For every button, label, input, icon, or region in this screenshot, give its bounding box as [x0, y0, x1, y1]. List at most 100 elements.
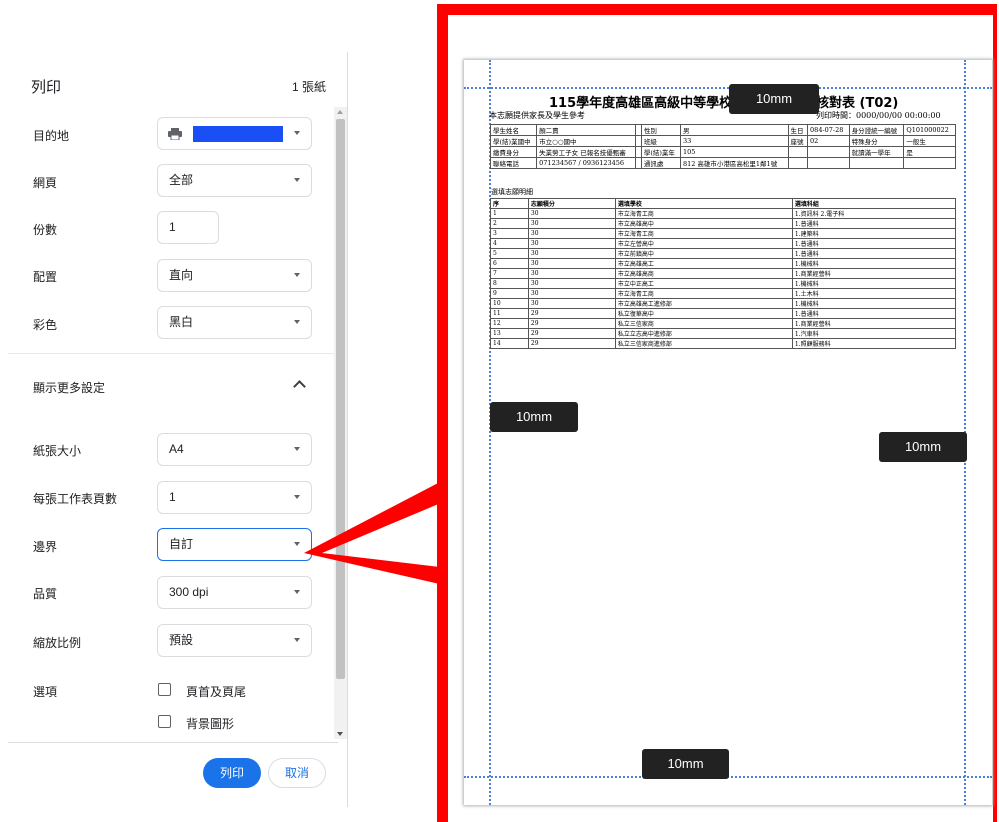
- wish-cell: 市立海青工商: [614, 228, 793, 239]
- wish-row: 3 30 市立海青工商 1.建築科: [490, 228, 957, 239]
- info-cell: 學生姓名: [489, 124, 538, 136]
- info-cell: 市立○○國中: [536, 135, 637, 147]
- wish-cell: 29: [527, 328, 616, 339]
- wish-cell: 30: [527, 288, 616, 299]
- wish-cell: 市立高雄高中: [614, 218, 793, 229]
- wish-cell: 市立海青工商: [614, 288, 793, 299]
- wish-cell: 30: [527, 298, 616, 309]
- info-cell: Q101000022: [903, 124, 956, 136]
- wish-cell: 9: [490, 288, 529, 299]
- wish-cell: 1.普通科: [791, 218, 957, 229]
- info-cell: 聯絡電話: [489, 157, 538, 169]
- info-cell: 812 高雄市小港區高松里1鄰1號: [679, 157, 789, 169]
- bottom-margin-tag: 10mm: [642, 749, 729, 779]
- wish-cell: 1.商業經營科: [791, 318, 957, 329]
- wish-cell: 私立三信家商進修部: [614, 338, 793, 349]
- info-cell: 學(結)業年: [640, 146, 681, 158]
- right-margin-tag: 10mm: [879, 432, 967, 462]
- wish-cell: 3: [490, 228, 529, 239]
- wish-cell: 30: [527, 238, 616, 249]
- wish-cell: 1.機械科: [791, 298, 957, 309]
- info-cell: 105: [679, 146, 789, 158]
- info-cell: 通訊處: [640, 157, 681, 169]
- wish-row: 8 30 市立中正高工 1.機械科: [490, 278, 957, 289]
- info-row: 學(結)業國中 市立○○國中 班級 33 座號 02 特殊身分 一般生: [489, 135, 956, 147]
- top-margin-tag: 10mm: [729, 84, 819, 114]
- wish-list-caption: 選填志願明細: [491, 188, 533, 196]
- wish-cell: 市立中正高工: [614, 278, 793, 289]
- info-row: 聯絡電話 071234567 / 0936123456 通訊處 812 高雄市小港區高…: [489, 157, 956, 169]
- info-cell: 性別: [640, 124, 681, 136]
- wish-cell: 1: [490, 208, 529, 219]
- wish-cell: 私立立志高中進修部: [614, 328, 793, 339]
- wish-cell: 1.資訊科 2.電子科: [791, 208, 957, 219]
- info-cell: 33: [679, 135, 789, 147]
- wish-cell: 30: [527, 228, 616, 239]
- wish-cell: 1.普通科: [791, 248, 957, 259]
- wish-cell: 市立左營高中: [614, 238, 793, 249]
- wish-cell: 市立前鎮高中: [614, 248, 793, 259]
- info-row: 繳費身分 失業勞工子女 已報名技優甄審 學(結)業年 105 就讀滿一學年是: [489, 146, 956, 158]
- wish-cell: 14: [490, 338, 529, 349]
- wish-cell: 市立海青工商: [614, 208, 793, 219]
- wish-header-cell: 序: [490, 198, 529, 209]
- info-cell: [848, 157, 905, 169]
- info-cell: 班級: [640, 135, 681, 147]
- info-cell: [787, 146, 809, 158]
- wish-cell: 30: [527, 208, 616, 219]
- wish-header-cell: 選填學校: [614, 198, 793, 209]
- wish-cell: 1.普通科: [791, 308, 957, 319]
- wish-cell: 30: [527, 258, 616, 269]
- wish-cell: 8: [490, 278, 529, 289]
- print-preview-page: 115學年度高雄區高級中等學校免 核對表 (T02) 本志願提供家長及學生參考 …: [464, 60, 992, 805]
- wish-cell: 29: [527, 318, 616, 329]
- wish-row: 1 30 市立海青工商 1.資訊科 2.電子科: [490, 208, 957, 219]
- info-cell: 是: [903, 146, 956, 158]
- info-cell: 就讀滿一學年: [848, 146, 905, 158]
- info-cell: [787, 157, 809, 169]
- wish-list-table: 序志願積分 選填學校 選填科組 1 30 市立海青工商 1.資訊科 2.電子科 2 30 市立高…: [490, 198, 957, 349]
- wish-cell: 1.機械科: [791, 278, 957, 289]
- wish-header-cell: 志願積分: [527, 198, 616, 209]
- wish-row: 4 30 市立左營高中 1.普通科: [490, 238, 957, 249]
- wish-row: 12 29 私立三信家商 1.商業經營科: [490, 318, 957, 329]
- wish-cell: 市立高雄高工進修部: [614, 298, 793, 309]
- info-cell: [807, 157, 850, 169]
- info-cell: 座號: [787, 135, 809, 147]
- wish-cell: 11: [490, 308, 529, 319]
- wish-cell: 1.商業經營科: [791, 268, 957, 279]
- wish-cell: 私立復華高中: [614, 308, 793, 319]
- info-cell: 顏二賣: [536, 124, 637, 136]
- left-margin-guide[interactable]: [489, 60, 491, 805]
- wish-cell: 10: [490, 298, 529, 309]
- wish-row: 14 29 私立三信家商進修部 1.照顧服務科: [490, 338, 957, 349]
- info-cell: 特殊身分: [848, 135, 905, 147]
- student-info-table: 學生姓名 顏二賣 性別男生日 084-07-28 身分證統一編號 Q101000022 學(…: [489, 124, 956, 169]
- left-margin-tag: 10mm: [490, 402, 578, 432]
- wish-row: 6 30 市立高雄高工 1.機械科: [490, 258, 957, 269]
- wish-row: 10 30 市立高雄高工進修部 1.機械科: [490, 298, 957, 309]
- wish-cell: 13: [490, 328, 529, 339]
- wish-cell: 1.土木科: [791, 288, 957, 299]
- wish-cell: 30: [527, 278, 616, 289]
- document-title: 115學年度高雄區高級中等學校免: [549, 96, 746, 111]
- wish-cell: 5: [490, 248, 529, 259]
- wish-cell: 4: [490, 238, 529, 249]
- info-cell: 一般生: [903, 135, 956, 147]
- wish-cell: 30: [527, 218, 616, 229]
- info-cell: 繳費身分: [489, 146, 538, 158]
- wish-cell: 29: [527, 338, 616, 349]
- document-note: 本志願提供家長及學生參考: [489, 111, 585, 120]
- wish-cell: 市立高雄高工: [614, 258, 793, 269]
- wish-cell: 2: [490, 218, 529, 229]
- info-cell: [903, 157, 956, 169]
- wish-cell: 私立三信家商: [614, 318, 793, 329]
- wish-row: 9 30 市立海青工商 1.土木科: [490, 288, 957, 299]
- wish-cell: 12: [490, 318, 529, 329]
- info-cell: 02: [807, 135, 850, 147]
- wish-cell: 6: [490, 258, 529, 269]
- wish-cell: 29: [527, 308, 616, 319]
- top-margin-guide[interactable]: [464, 87, 992, 89]
- info-cell: 生日: [787, 124, 809, 136]
- wish-row: 2 30 市立高雄高中 1.普通科: [490, 218, 957, 229]
